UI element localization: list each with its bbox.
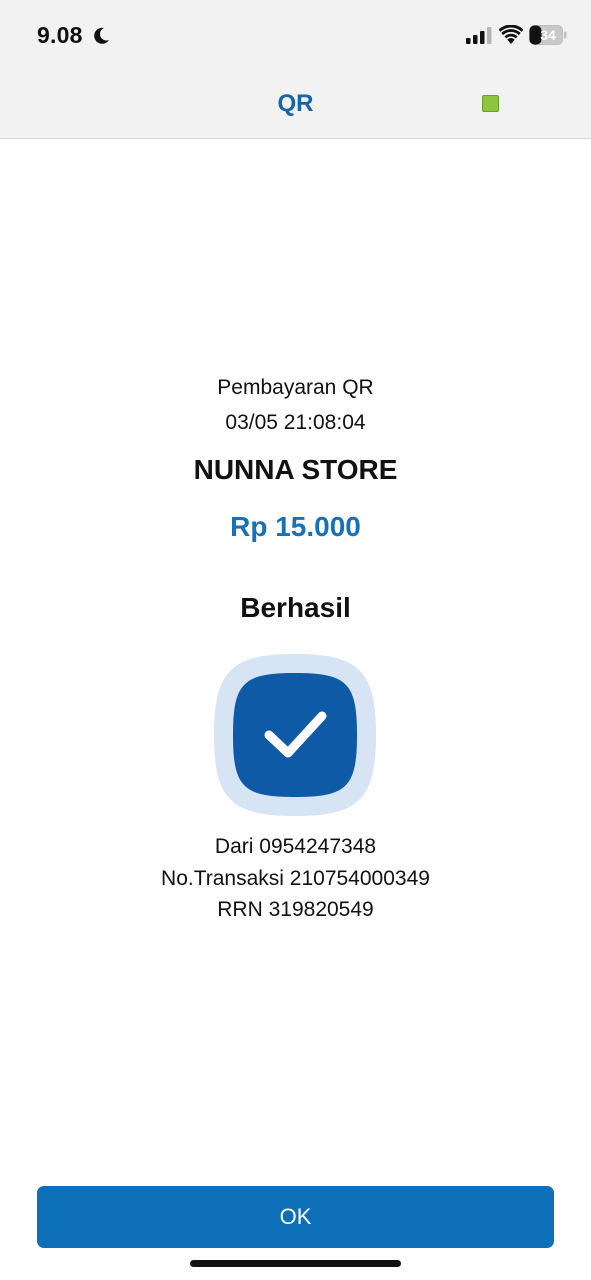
- status-bar: 9.08 34: [0, 0, 591, 70]
- ok-button[interactable]: OK: [37, 1186, 554, 1248]
- wifi-icon: [499, 25, 523, 44]
- payer-account: Dari 0954247348: [214, 835, 377, 858]
- nav-bar: QR: [0, 70, 591, 139]
- signal-icon: [466, 27, 492, 44]
- battery-level: 34: [540, 27, 556, 43]
- transaction-number: No.Transaksi 210754000349: [161, 867, 430, 890]
- home-indicator[interactable]: [190, 1260, 401, 1267]
- merchant-name: NUNNA STORE: [193, 454, 398, 485]
- status-time: 9.08: [37, 22, 83, 48]
- checkmark-icon: [214, 654, 376, 816]
- rrn-number: RRN 319820549: [217, 898, 374, 921]
- payment-type: Pembayaran QR: [217, 376, 374, 399]
- payment-status: Berhasil: [240, 592, 351, 623]
- page-title: QR: [277, 90, 314, 117]
- moon-icon: [94, 27, 109, 44]
- status-indicator: [482, 95, 499, 112]
- transaction-datetime: 03/05 21:08:04: [225, 411, 366, 434]
- payment-amount: Rp 15.000: [230, 511, 361, 542]
